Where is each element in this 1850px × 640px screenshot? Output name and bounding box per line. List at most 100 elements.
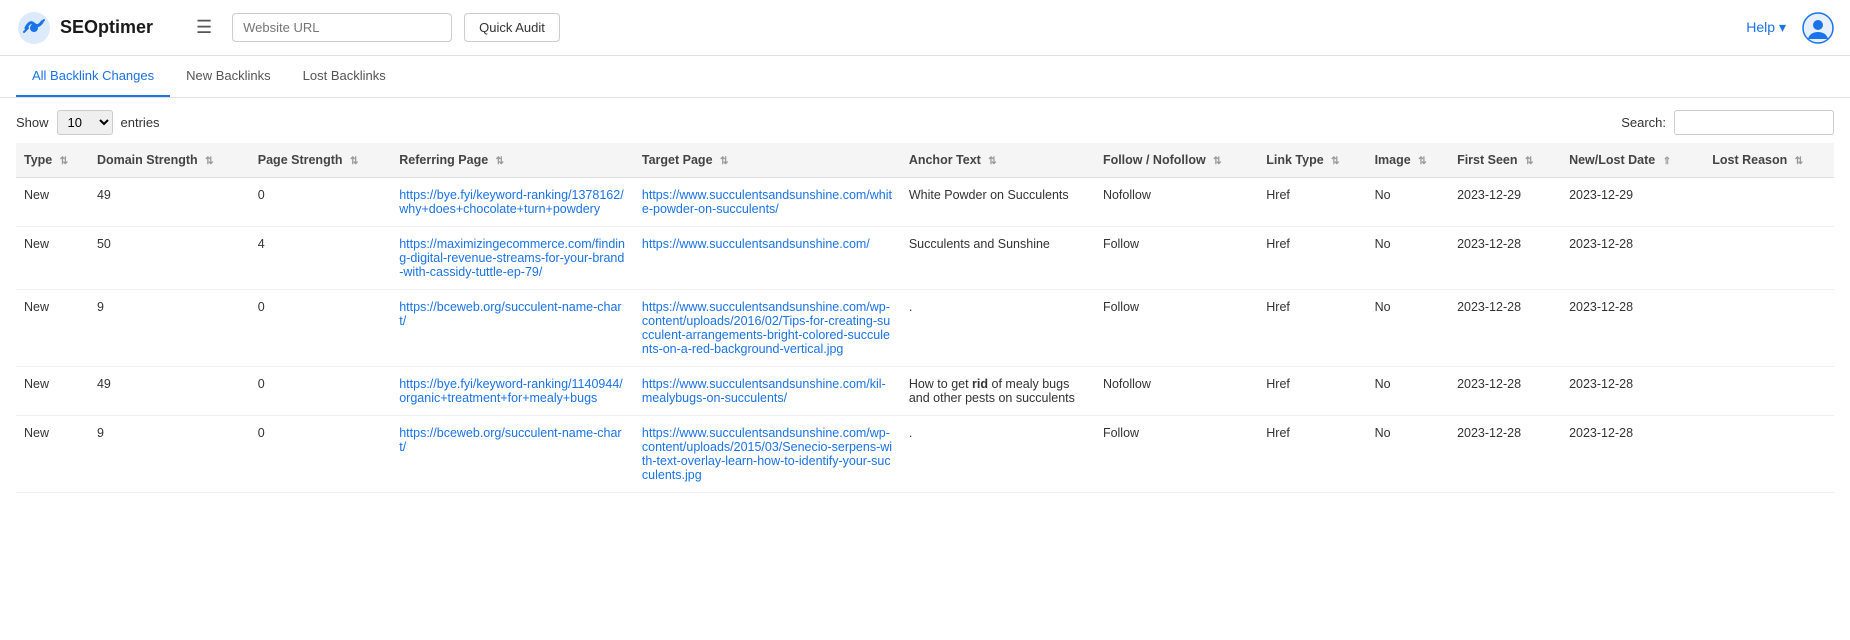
th-new-lost-date[interactable]: New/Lost Date ⇑ (1561, 143, 1704, 178)
cell-page-strength: 4 (250, 227, 391, 290)
cell-page-strength: 0 (250, 178, 391, 227)
link-referring-page[interactable]: https://bceweb.org/succulent-name-chart/ (399, 426, 621, 454)
th-page-strength[interactable]: Page Strength ⇅ (250, 143, 391, 178)
cell-page-strength: 0 (250, 416, 391, 493)
cell-domain-strength: 9 (89, 416, 250, 493)
th-type[interactable]: Type ⇅ (16, 143, 89, 178)
search-input[interactable] (1674, 110, 1834, 135)
cell-anchor-text: White Powder on Succulents (901, 178, 1095, 227)
link-referring-page[interactable]: https://bye.fyi/keyword-ranking/1378162/… (399, 188, 623, 216)
tab-new-backlinks[interactable]: New Backlinks (170, 56, 287, 97)
th-target-page[interactable]: Target Page ⇅ (634, 143, 901, 178)
th-lost-reason[interactable]: Lost Reason ⇅ (1704, 143, 1834, 178)
link-target-page[interactable]: https://www.succulentsandsunshine.com/wp… (642, 426, 892, 482)
cell-link-type: Href (1258, 367, 1366, 416)
tab-all-backlink-changes[interactable]: All Backlink Changes (16, 56, 170, 97)
cell-target-page: https://www.succulentsandsunshine.com/wp… (634, 416, 901, 493)
table-row: New490https://bye.fyi/keyword-ranking/11… (16, 367, 1834, 416)
cell-domain-strength: 49 (89, 178, 250, 227)
table-row: New90https://bceweb.org/succulent-name-c… (16, 290, 1834, 367)
th-referring-page[interactable]: Referring Page ⇅ (391, 143, 634, 178)
entries-select[interactable]: 10 25 50 100 (57, 110, 113, 135)
cell-image: No (1367, 416, 1450, 493)
th-image[interactable]: Image ⇅ (1367, 143, 1450, 178)
link-referring-page[interactable]: https://maximizingecommerce.com/finding-… (399, 237, 625, 279)
table-row: New490https://bye.fyi/keyword-ranking/13… (16, 178, 1834, 227)
link-target-page[interactable]: https://www.succulentsandsunshine.com/ki… (642, 377, 886, 405)
cell-image: No (1367, 290, 1450, 367)
quick-audit-button[interactable]: Quick Audit (464, 13, 560, 42)
sort-icon-type: ⇅ (60, 156, 68, 167)
cell-domain-strength: 9 (89, 290, 250, 367)
url-input[interactable] (232, 13, 452, 42)
seoptimer-logo-icon (16, 10, 52, 46)
cell-referring-page: https://bye.fyi/keyword-ranking/1378162/… (391, 178, 634, 227)
sort-icon-ds: ⇅ (205, 156, 213, 167)
sort-icon-tp: ⇅ (720, 156, 728, 167)
cell-domain-strength: 49 (89, 367, 250, 416)
sort-icon-linktype: ⇅ (1331, 156, 1339, 167)
cell-follow-nofollow: Follow (1095, 290, 1258, 367)
table-row: New504https://maximizingecommerce.com/fi… (16, 227, 1834, 290)
cell-anchor-text: Succulents and Sunshine (901, 227, 1095, 290)
cell-lost-reason (1704, 367, 1834, 416)
table-row: New90 https://bceweb.org/succulent-name-c… (16, 416, 1834, 493)
cell-lost-reason (1704, 290, 1834, 367)
sort-icon-image: ⇅ (1418, 156, 1426, 167)
cell-type: New (16, 416, 89, 493)
help-button[interactable]: Help ▾ (1746, 19, 1786, 36)
cell-anchor-text: . (901, 416, 1095, 493)
cell-referring-page: https://bceweb.org/succulent-name-chart/ (391, 290, 634, 367)
cell-follow-nofollow: Follow (1095, 227, 1258, 290)
cell-type: New (16, 290, 89, 367)
cell-referring-page: https://bye.fyi/keyword-ranking/1140944/… (391, 367, 634, 416)
cell-link-type: Href (1258, 416, 1366, 493)
link-target-page[interactable]: https://www.succulentsandsunshine.com/wh… (642, 188, 892, 216)
th-first-seen[interactable]: First Seen ⇅ (1449, 143, 1561, 178)
th-domain-strength[interactable]: Domain Strength ⇅ (89, 143, 250, 178)
cell-type: New (16, 367, 89, 416)
cell-target-page: https://www.succulentsandsunshine.com/wh… (634, 178, 901, 227)
cell-first-seen: 2023-12-29 (1449, 178, 1561, 227)
th-link-type[interactable]: Link Type ⇅ (1258, 143, 1366, 178)
cell-link-type: Href (1258, 290, 1366, 367)
logo-text: SEOptimer (60, 17, 153, 38)
link-referring-page[interactable]: https://bceweb.org/succulent-name-chart/ (399, 300, 621, 328)
cell-image: No (1367, 227, 1450, 290)
link-referring-page[interactable]: https://bye.fyi/keyword-ranking/1140944/… (399, 377, 623, 405)
cell-target-page: https://www.succulentsandsunshine.com/ki… (634, 367, 901, 416)
link-target-page[interactable]: https://www.succulentsandsunshine.com/ (642, 237, 870, 251)
cell-lost-reason (1704, 416, 1834, 493)
cell-first-seen: 2023-12-28 (1449, 227, 1561, 290)
cell-anchor-text: How to get rid of mealy bugs and other p… (901, 367, 1095, 416)
search-area: Search: (1621, 110, 1834, 135)
th-follow-nofollow[interactable]: Follow / Nofollow ⇅ (1095, 143, 1258, 178)
sort-icon-follow: ⇅ (1213, 156, 1221, 167)
cell-new-lost-date: 2023-12-28 (1561, 367, 1704, 416)
cell-referring-page: https://maximizingecommerce.com/finding-… (391, 227, 634, 290)
cell-type: New (16, 227, 89, 290)
backlinks-table-wrap: Type ⇅ Domain Strength ⇅ Page Strength ⇅… (0, 143, 1850, 493)
sort-icon-anchor: ⇅ (988, 156, 996, 167)
cell-first-seen: 2023-12-28 (1449, 416, 1561, 493)
tab-lost-backlinks[interactable]: Lost Backlinks (287, 56, 402, 97)
cell-follow-nofollow: Nofollow (1095, 178, 1258, 227)
user-avatar-icon[interactable] (1802, 12, 1834, 44)
sort-icon-lostreason: ⇅ (1795, 156, 1803, 167)
cell-follow-nofollow: Follow (1095, 416, 1258, 493)
cell-target-page: https://www.succulentsandsunshine.com/ (634, 227, 901, 290)
cell-link-type: Href (1258, 178, 1366, 227)
sort-icon-rp: ⇅ (496, 156, 504, 167)
cell-new-lost-date: 2023-12-28 (1561, 416, 1704, 493)
hamburger-button[interactable]: ☰ (188, 13, 220, 42)
cell-lost-reason (1704, 178, 1834, 227)
header: SEOptimer ☰ Quick Audit Help ▾ (0, 0, 1850, 56)
table-controls: Show 10 25 50 100 entries Search: (0, 98, 1850, 143)
th-anchor-text[interactable]: Anchor Text ⇅ (901, 143, 1095, 178)
cell-first-seen: 2023-12-28 (1449, 290, 1561, 367)
cell-new-lost-date: 2023-12-29 (1561, 178, 1704, 227)
search-label: Search: (1621, 115, 1666, 130)
link-target-page[interactable]: https://www.succulentsandsunshine.com/wp… (642, 300, 890, 356)
show-entries-area: Show 10 25 50 100 entries (16, 110, 160, 135)
sort-icon-ps: ⇅ (350, 156, 358, 167)
